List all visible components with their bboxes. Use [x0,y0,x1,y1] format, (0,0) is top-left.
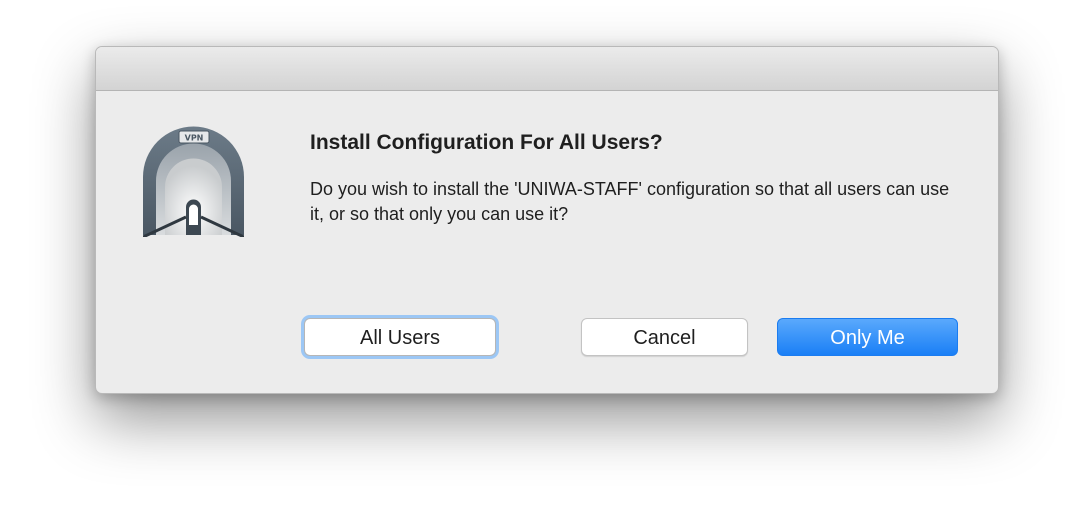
cancel-button[interactable]: Cancel [581,318,748,356]
vpn-tunnel-icon: VPN [143,125,244,237]
dialog-message: Do you wish to install the 'UNIWA-STAFF'… [310,179,950,224]
all-users-button[interactable]: All Users [304,318,496,356]
dialog-titlebar [96,47,998,91]
svg-text:VPN: VPN [185,134,204,143]
dialog-title: Install Configuration For All Users? [310,131,663,154]
only-me-button[interactable]: Only Me [777,318,958,356]
install-configuration-dialog: VPN Install Configuration For All Users?… [95,46,999,394]
